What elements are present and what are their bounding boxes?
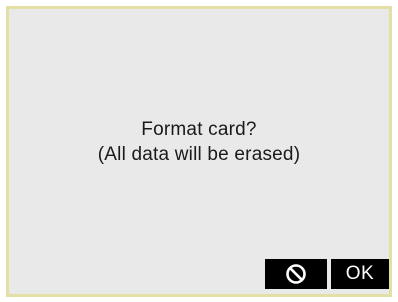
dialog-question: Format card? [141,119,257,140]
camera-screen: Format card? (All data will be erased) O… [0,0,398,302]
dialog-message: Format card? (All data will be erased) [9,117,389,167]
prohibited-icon [285,263,307,285]
dialog-warning: (All data will be erased) [97,144,301,165]
cancel-button[interactable] [265,259,327,289]
format-card-dialog: Format card? (All data will be erased) [6,6,392,297]
ok-button[interactable]: OK [331,259,389,289]
ok-button-label: OK [345,263,375,284]
